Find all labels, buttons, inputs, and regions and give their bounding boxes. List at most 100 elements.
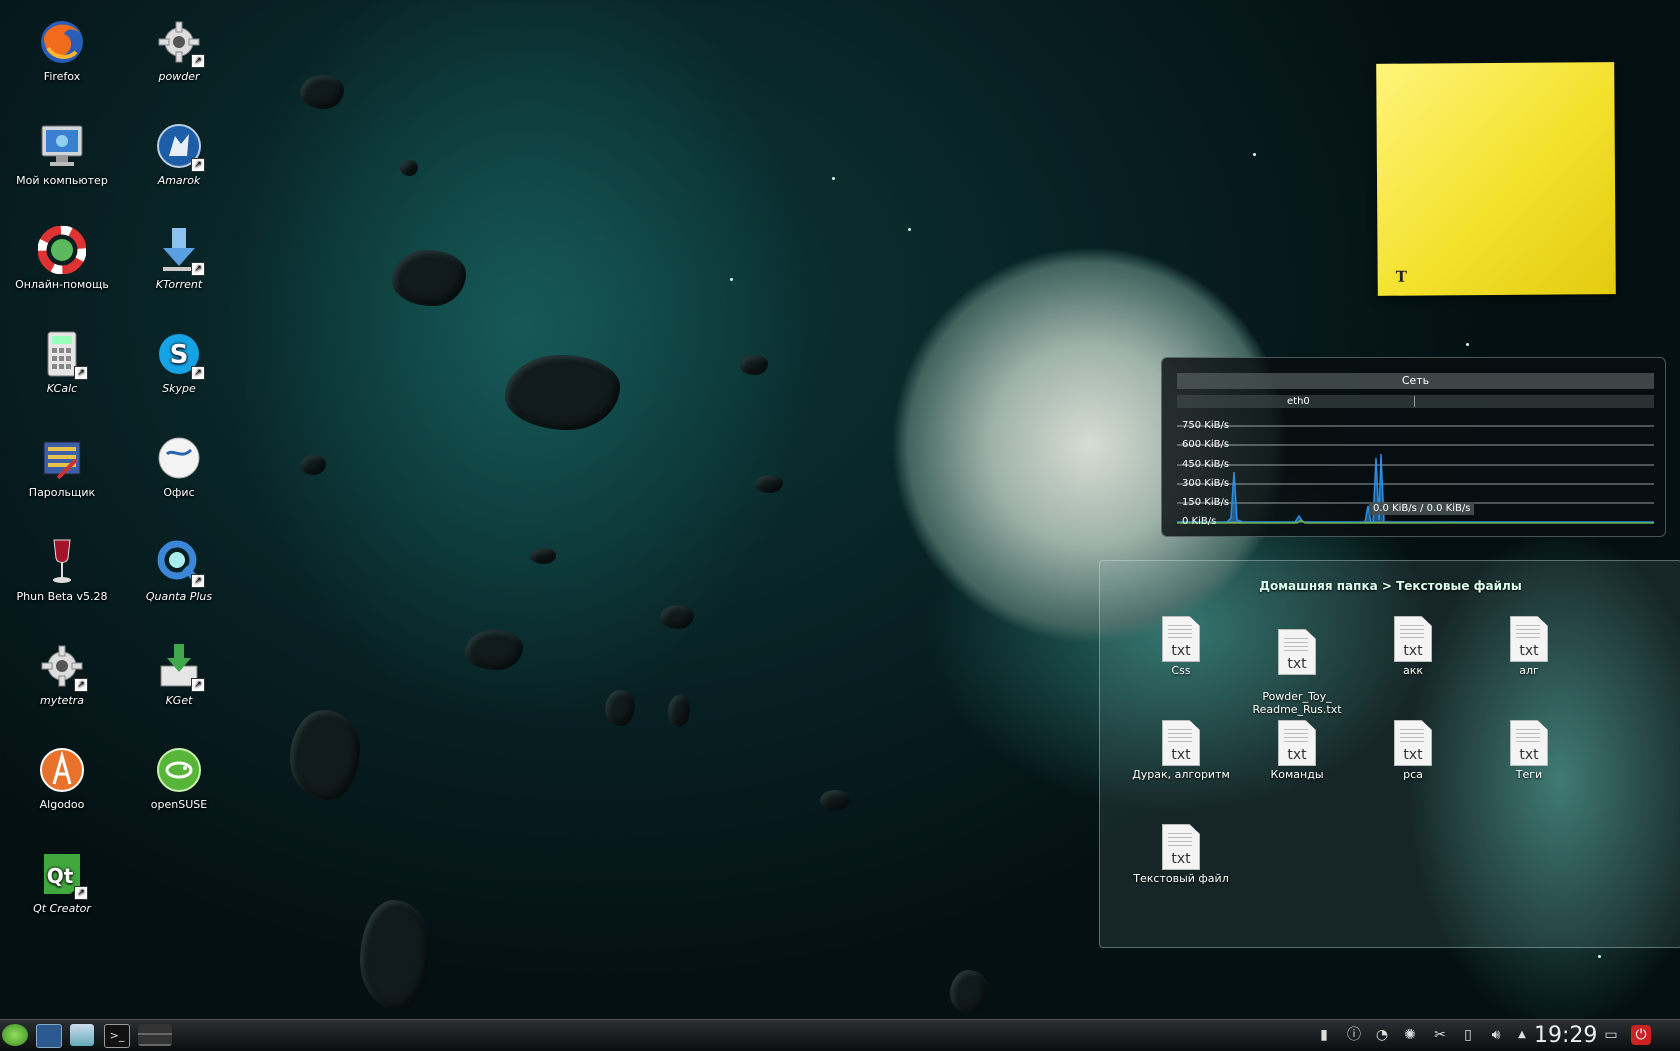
desktop-icon-label: Qt Creator [33, 902, 91, 915]
desktop-icon-ktorrent[interactable]: ↗ KTorrent [124, 226, 234, 291]
text-file-icon: txt [1162, 616, 1200, 662]
text-tool-icon[interactable]: T [1396, 268, 1407, 286]
file-item[interactable]: txt Текстовый файл [1126, 824, 1236, 885]
desktop-icon-label: KGet [165, 694, 193, 707]
skype-icon: S ↗ [155, 330, 205, 380]
qt-icon: Qt ↗ [38, 850, 88, 900]
file-name: рса [1403, 768, 1423, 781]
folder-view-widget[interactable]: Домашняя папка > Текстовые файлы txt Css… [1099, 560, 1680, 948]
asteroid [465, 630, 523, 670]
scissors-icon[interactable]: ✂ [1430, 1025, 1450, 1045]
desktop-icon-label: Офис [163, 486, 195, 499]
wine-glass-icon [38, 538, 86, 586]
network-interface-header: eth0 [1177, 395, 1654, 408]
quanta-icon: ↗ [155, 538, 205, 588]
monitor-icon [38, 122, 86, 170]
asteroid [740, 355, 768, 375]
file-name: Текстовый файл [1133, 872, 1229, 885]
desktop-icon-label: powder [158, 70, 200, 83]
desktop-icon-online-help[interactable]: Онлайн-помощь [7, 225, 117, 291]
firefox-icon [38, 18, 86, 66]
star [908, 228, 911, 231]
shortcut-arrow-icon: ↗ [191, 366, 205, 380]
kickoff-menu-icon[interactable] [2, 1024, 28, 1046]
desktop-icon-kcalc[interactable]: ↗ KCalc [7, 330, 117, 395]
desktop-icon-qt-creator[interactable]: Qt ↗ Qt Creator [7, 850, 117, 915]
file-name: Команды [1270, 768, 1324, 781]
folder-path-breadcrumb[interactable]: Домашняя папка > Текстовые файлы [1100, 579, 1680, 593]
desktop-icon-skype[interactable]: S ↗ Skype [124, 330, 234, 395]
desktop-icon-amarok[interactable]: ↗ Amarok [124, 122, 234, 187]
shortcut-arrow-icon: ↗ [191, 678, 205, 692]
interface-name: eth0 [1287, 396, 1310, 407]
desktop-icon-phun[interactable]: Phun Beta v5.28 [7, 538, 117, 603]
desktop-icon-label: openSUSE [150, 798, 208, 811]
clipboard-icon[interactable]: ▮ [1314, 1025, 1334, 1045]
y-axis-label: 450 KiB/s [1182, 459, 1230, 470]
file-name: акк [1402, 664, 1424, 677]
star [1466, 343, 1469, 346]
network-icon[interactable]: ◔ [1372, 1025, 1392, 1045]
shortcut-arrow-icon: ↗ [74, 678, 88, 692]
settings-icon[interactable]: ✺ [1400, 1025, 1420, 1045]
file-item[interactable]: txt Дурак, алгоритм [1126, 720, 1236, 781]
power-icon[interactable]: ⏻ [1631, 1025, 1651, 1045]
desktop-icon-my-computer[interactable]: Мой компьютер [7, 122, 117, 187]
file-manager-icon[interactable] [70, 1024, 94, 1046]
desktop-icon-quanta[interactable]: ↗ Quanta Plus [124, 538, 234, 603]
desktop-icon-label: Firefox [43, 70, 81, 83]
file-name: Дурак, алгоритм [1132, 768, 1230, 781]
desktop-icon-office[interactable]: Офис [124, 434, 234, 499]
file-item[interactable]: txt Команды [1242, 720, 1352, 781]
file-item[interactable]: txt рса [1358, 720, 1468, 781]
shortcut-arrow-icon: ↗ [74, 366, 88, 380]
info-icon[interactable]: ⓘ [1344, 1025, 1364, 1045]
shortcut-arrow-icon: ↗ [191, 262, 205, 276]
battery-icon[interactable]: ▯ [1458, 1025, 1478, 1045]
desktop-icon-algodoo[interactable]: Algodoo [7, 746, 117, 811]
desktop-icon-mytetra[interactable]: ↗ mytetra [7, 642, 117, 707]
file-item[interactable]: txt Css [1126, 616, 1236, 677]
file-item[interactable]: txt акк [1358, 616, 1468, 677]
desktop-icon-firefox[interactable]: Firefox [7, 18, 117, 83]
desktop-icon-kget[interactable]: ↗ KGet [124, 642, 234, 707]
desktop-icon-label: Phun Beta v5.28 [16, 590, 108, 603]
desktop-icon-password-manager[interactable]: Парольщик [7, 434, 117, 499]
file-item[interactable]: txt алг [1474, 616, 1584, 677]
y-axis-label: 750 KiB/s [1182, 420, 1230, 431]
header-separator [1414, 396, 1415, 407]
asteroid [290, 710, 360, 800]
text-file-icon: txt [1278, 629, 1316, 675]
taskbar: >_ ▮ ⓘ ◔ ✺ ✂ ▯ 🔊︎ ▲ 19:29 ▭ ⏻ [0, 1019, 1680, 1051]
clock[interactable]: 19:29 [1534, 1020, 1597, 1051]
file-name: Css [1171, 664, 1191, 677]
desktop-icon-label: Онлайн-помощь [15, 278, 109, 291]
download-arrow-icon: ↗ [155, 226, 205, 276]
asteroid [605, 690, 635, 726]
expand-arrow-icon[interactable]: ▲ [1512, 1025, 1532, 1045]
desktop-icon-powder[interactable]: ↗ powder [124, 18, 234, 83]
shortcut-arrow-icon: ↗ [191, 574, 205, 588]
desktop-icon-label: mytetra [40, 694, 84, 707]
text-file-icon: txt [1278, 720, 1316, 766]
desktop-icon[interactable] [36, 1024, 62, 1048]
asteroid [505, 355, 620, 430]
gear-icon: ↗ [38, 642, 88, 692]
asteroid [950, 970, 988, 1014]
desktop-icon-label: Amarok [157, 174, 201, 187]
desktop-icon-opensuse[interactable]: openSUSE [124, 746, 234, 811]
text-file-icon: txt [1394, 616, 1432, 662]
gear-icon: ↗ [155, 18, 205, 68]
office-icon [155, 434, 203, 482]
file-item[interactable]: txt Теги [1474, 720, 1584, 781]
volume-icon[interactable]: 🔊︎ [1486, 1025, 1506, 1045]
sticky-note-widget[interactable]: T [1376, 62, 1616, 296]
network-monitor-widget[interactable]: Сеть eth0 750 KiB/s 600 KiB/s 450 KiB/s … [1161, 357, 1666, 537]
file-name: Powder_Toy_ Readme_Rus.txt [1252, 690, 1342, 716]
file-item[interactable]: txt Powder_Toy_ Readme_Rus.txt [1242, 616, 1352, 729]
pager-icon[interactable] [138, 1024, 172, 1046]
terminal-icon[interactable]: >_ [104, 1024, 130, 1048]
kget-icon: ↗ [155, 642, 205, 692]
lock-icon[interactable]: ▭ [1601, 1025, 1621, 1045]
asteroid [530, 548, 556, 564]
